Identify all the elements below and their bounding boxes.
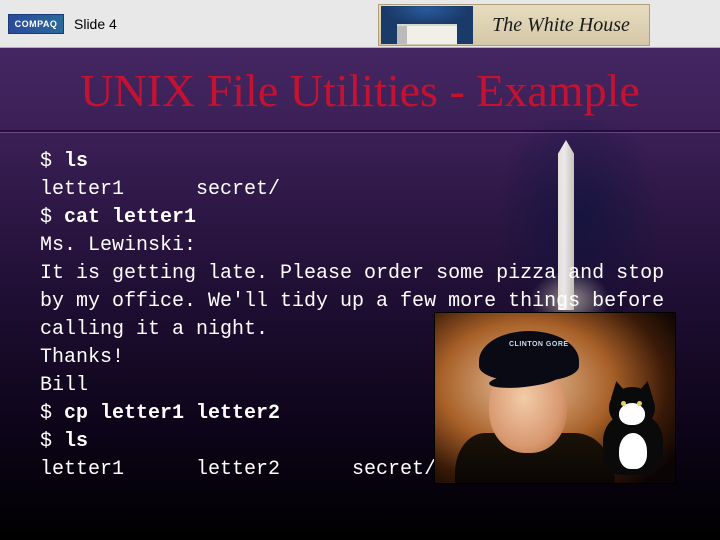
company-logo: COMPAQ	[8, 14, 64, 34]
terminal-text: $	[40, 402, 64, 425]
terminal-text: letter1 letter2 secret/	[40, 458, 436, 481]
terminal-text: Bill	[40, 374, 88, 397]
cap-text: CLINTON GORE	[509, 341, 569, 348]
white-house-icon	[381, 6, 473, 44]
terminal-command: ls	[64, 430, 88, 453]
terminal-text: $	[40, 206, 64, 229]
slide-title: UNIX File Utilities - Example	[0, 64, 720, 117]
cat-icon	[595, 379, 667, 475]
top-bar: COMPAQ Slide 4 The White House	[0, 0, 720, 48]
terminal-text: $	[40, 430, 64, 453]
terminal-text: by my office. We'll tidy up a few more t…	[40, 290, 664, 313]
terminal-text: Ms. Lewinski:	[40, 234, 196, 257]
terminal-text: Thanks!	[40, 346, 124, 369]
clinton-socks-photo: CLINTON GORE	[434, 312, 676, 484]
terminal-text: $	[40, 150, 64, 173]
slide: COMPAQ Slide 4 The White House UNIX File…	[0, 0, 720, 540]
terminal-text: calling it a night.	[40, 318, 268, 341]
white-house-banner: The White House	[378, 4, 650, 46]
terminal-text: It is getting late. Please order some pi…	[40, 262, 664, 285]
slide-number-label: Slide 4	[74, 16, 117, 32]
terminal-command: cp letter1 letter2	[64, 402, 280, 425]
terminal-command: cat letter1	[64, 206, 196, 229]
white-house-banner-text: The White House	[473, 14, 649, 37]
terminal-command: ls	[64, 150, 88, 173]
terminal-text: letter1 secret/	[40, 178, 280, 201]
title-divider	[0, 130, 720, 133]
